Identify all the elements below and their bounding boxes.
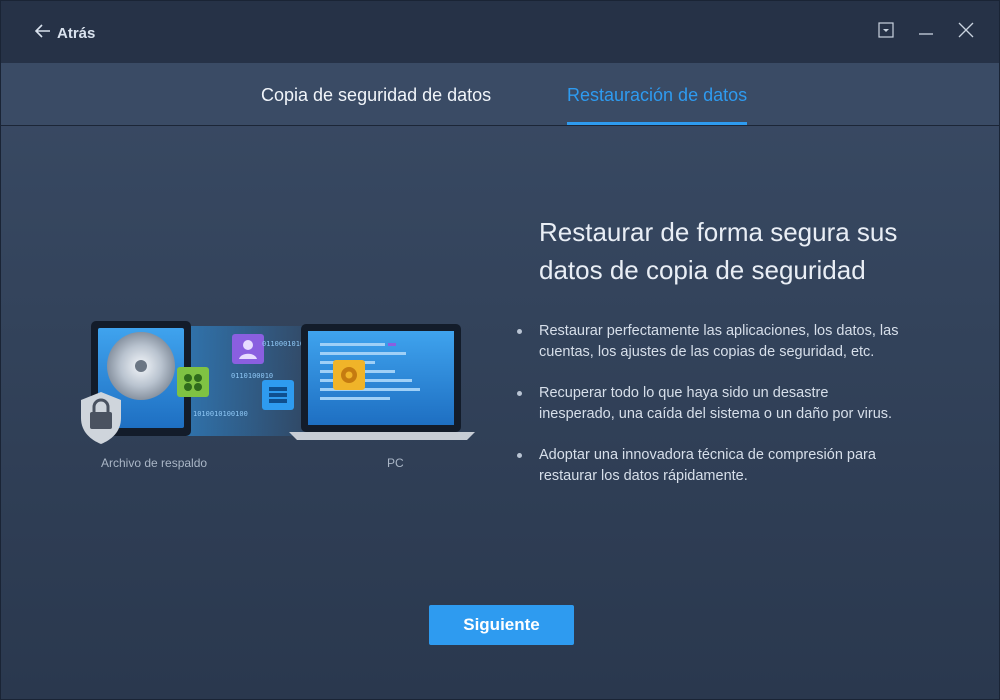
list-item: Recuperar todo lo que haya sido un desas… [515, 383, 905, 425]
backup-file-caption: Archivo de respaldo [101, 456, 208, 470]
list-item-text: Restaurar perfectamente las aplicaciones… [539, 323, 899, 360]
user-icon [232, 334, 264, 364]
list-item-text: Recuperar todo lo que haya sido un desas… [539, 385, 893, 422]
list-item-text: Adoptar una innovadora técnica de compre… [539, 447, 876, 484]
tab-bar: Copia de seguridad de datos Restauración… [1, 63, 999, 126]
binary-text: 0110100010 [231, 372, 273, 380]
arrow-left-icon [34, 24, 51, 42]
settings-icon [333, 360, 365, 390]
tab-data-restore[interactable]: Restauración de datos [567, 85, 748, 125]
bullet-dot [517, 329, 522, 334]
close-icon[interactable] [957, 21, 975, 39]
dropdown-icon[interactable] [877, 21, 895, 39]
title-bar: Atrás [1, 1, 999, 63]
tab-label: Copia de seguridad de datos [261, 85, 492, 105]
pc-caption: PC [387, 456, 404, 470]
page-heading: Restaurar de forma segura sus datos de c… [539, 217, 898, 285]
feature-list: Restaurar perfectamente las aplicaciones… [515, 321, 905, 507]
apps-icon [177, 367, 209, 397]
list-item: Restaurar perfectamente las aplicaciones… [515, 321, 905, 363]
restore-illustration: 0110001010 0110100010 1010010100100 [71, 316, 491, 476]
binary-text: 0110001010 [262, 340, 304, 348]
database-icon [262, 380, 294, 410]
back-label: Atrás [57, 24, 96, 42]
next-button[interactable]: Siguiente [429, 605, 574, 645]
binary-text: 1010010100100 [193, 410, 248, 418]
lock-icon [81, 392, 121, 444]
laptop-pc [289, 324, 475, 440]
list-item: Adoptar una innovadora técnica de compre… [515, 445, 905, 487]
tab-label: Restauración de datos [567, 85, 748, 105]
app-window: Atrás Copia de seguridad de datos Restau… [0, 0, 1000, 700]
window-controls [877, 21, 975, 39]
bullet-dot [517, 453, 522, 458]
minimize-icon[interactable] [917, 21, 935, 39]
tab-data-backup[interactable]: Copia de seguridad de datos [261, 85, 491, 125]
back-button[interactable]: Atrás [34, 23, 96, 43]
bullet-dot [517, 391, 522, 396]
active-tab-indicator [567, 122, 748, 125]
